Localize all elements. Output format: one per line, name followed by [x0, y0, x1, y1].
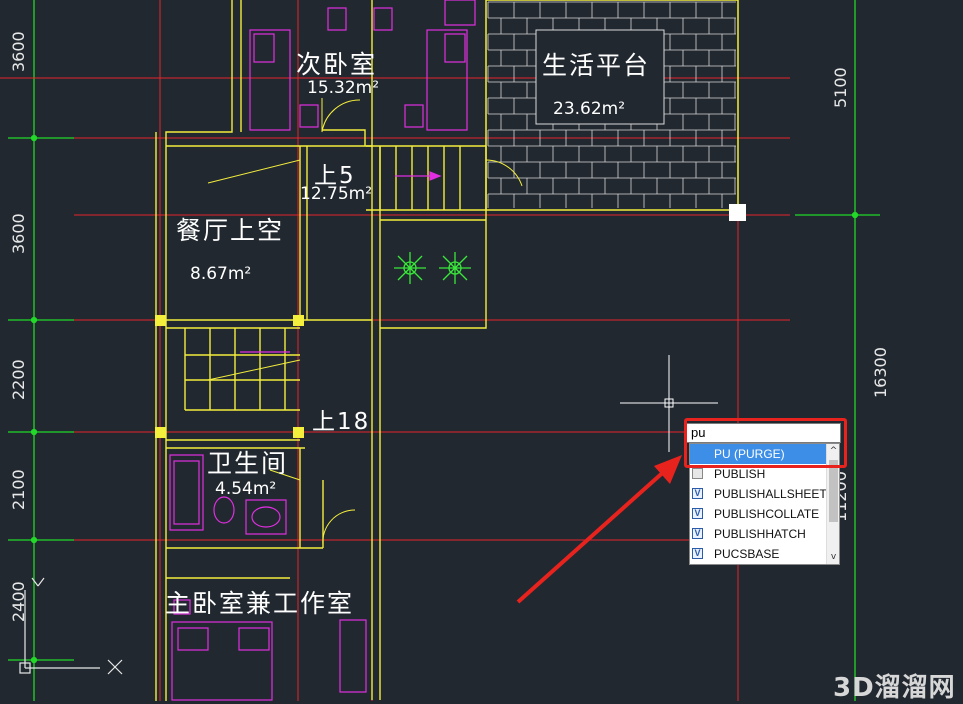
room-balcony-area: 23.62m² [553, 99, 626, 119]
plants [394, 252, 471, 284]
scroll-down-button[interactable]: v [827, 550, 839, 564]
dimension-right-1: 5100 [831, 67, 850, 108]
suggestion-item-pucsbase[interactable]: V PUCSBASE [690, 544, 827, 564]
dimension-left-2: 3600 [9, 213, 28, 254]
room-balcony-name: 生活平台 [542, 51, 651, 80]
columns [155, 315, 304, 438]
cad-drawing-canvas[interactable] [0, 0, 963, 701]
axis-grid [0, 0, 790, 701]
variable-icon: V [692, 528, 703, 539]
room-bathroom-area: 4.54m² [215, 479, 277, 499]
room-bathroom-name: 卫生间 [207, 449, 289, 478]
dimension-left-5: 2400 [9, 581, 28, 622]
annotation-highlight-box [684, 418, 847, 468]
room-dining-void-area: 8.67m² [190, 264, 252, 284]
dimension-left-4: 2100 [9, 469, 28, 510]
dimension-right-2: 16300 [871, 347, 890, 398]
stair-up18-label: 上18 [312, 409, 371, 435]
dimension-left-1: 3600 [9, 31, 28, 72]
room-second-bedroom-area: 15.32m² [307, 78, 380, 98]
variable-icon: V [692, 488, 703, 499]
variable-icon: V [692, 548, 703, 559]
annotation-arrow [516, 455, 682, 604]
room-master-bedroom-name: 主卧室兼工作室 [165, 589, 355, 618]
variable-icon: V [692, 508, 703, 519]
room-second-bedroom-name: 次卧室 [296, 50, 378, 79]
scrollbar-thumb[interactable] [829, 460, 838, 522]
suggestion-item-publishcollate[interactable]: V PUBLISHCOLLATE [690, 504, 827, 524]
watermark-logo: 3D溜溜网 [833, 673, 956, 703]
room-dining-void-name: 餐厅上空 [176, 216, 285, 245]
stair-up5-area: 12.75m² [300, 184, 373, 204]
suggestion-item-publishhatch[interactable]: V PUBLISHHATCH [690, 524, 827, 544]
dimension-left-3: 2200 [9, 359, 28, 400]
publish-icon [692, 468, 703, 479]
suggestion-item-publishallsheets[interactable]: V PUBLISHALLSHEETS [690, 484, 835, 504]
